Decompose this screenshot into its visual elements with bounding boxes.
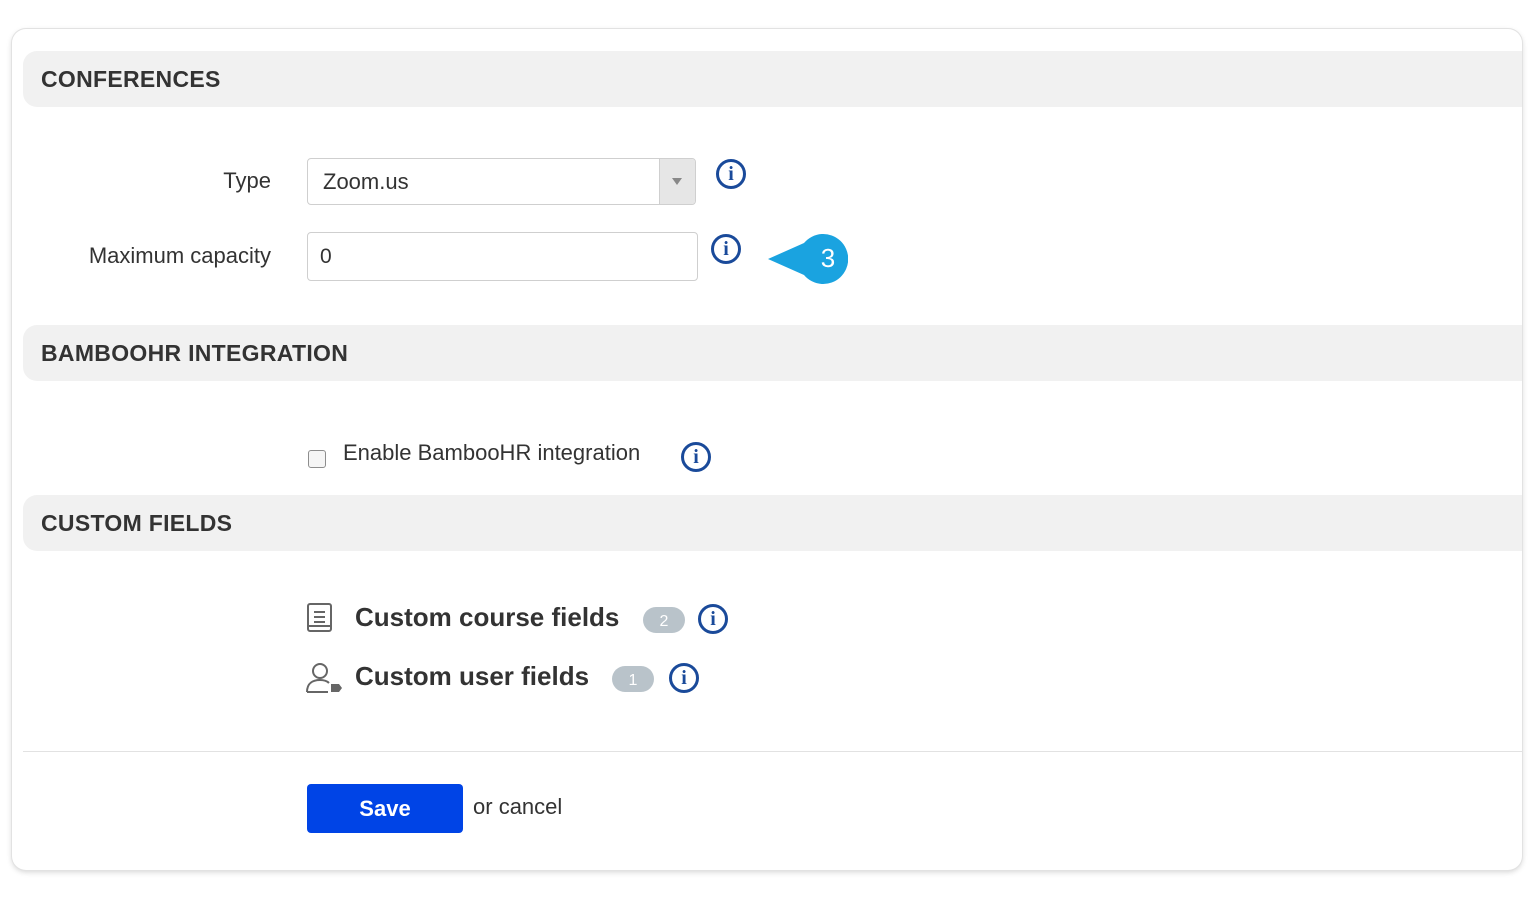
info-icon[interactable]: i: [716, 159, 746, 189]
or-text: or: [473, 794, 493, 819]
step-callout: 3: [768, 233, 849, 285]
dropdown-arrow-icon[interactable]: [659, 159, 695, 204]
section-title: CUSTOM FIELDS: [41, 510, 233, 536]
divider: [23, 751, 1522, 752]
callout-number: 3: [820, 243, 836, 273]
document-icon: [307, 603, 332, 632]
cancel-link[interactable]: cancel: [499, 794, 563, 819]
bamboohr-checkbox-label[interactable]: Enable BambooHR integration: [343, 440, 640, 466]
section-title: BAMBOOHR INTEGRATION: [41, 340, 349, 366]
type-label: Type: [223, 168, 271, 193]
section-title: CONFERENCES: [41, 66, 221, 92]
settings-card: CONFERENCES Type Zoom.us i Maximum capac…: [12, 29, 1522, 870]
maximum-capacity-input[interactable]: [307, 232, 698, 281]
type-select-value: Zoom.us: [323, 169, 409, 194]
info-icon[interactable]: i: [681, 442, 711, 472]
type-select[interactable]: Zoom.us: [307, 158, 696, 205]
bamboohr-checkbox[interactable]: [308, 450, 326, 468]
save-button[interactable]: Save: [307, 784, 463, 833]
custom-course-fields-link[interactable]: Custom course fields: [355, 602, 619, 633]
info-icon[interactable]: i: [698, 604, 728, 634]
capacity-label: Maximum capacity: [88, 243, 271, 268]
conferences-section-header: CONFERENCES: [23, 51, 1522, 107]
bamboohr-section-header: BAMBOOHR INTEGRATION: [23, 325, 1522, 381]
custom-user-fields-link[interactable]: Custom user fields: [355, 661, 589, 692]
custom-fields-section-header: CUSTOM FIELDS: [23, 495, 1522, 551]
user-fields-count-badge: 1: [612, 666, 654, 692]
info-icon[interactable]: i: [711, 234, 741, 264]
info-icon[interactable]: i: [669, 663, 699, 693]
user-tag-icon: [306, 663, 342, 693]
course-fields-count-badge: 2: [643, 607, 685, 633]
cancel-text: or cancel: [473, 794, 562, 820]
